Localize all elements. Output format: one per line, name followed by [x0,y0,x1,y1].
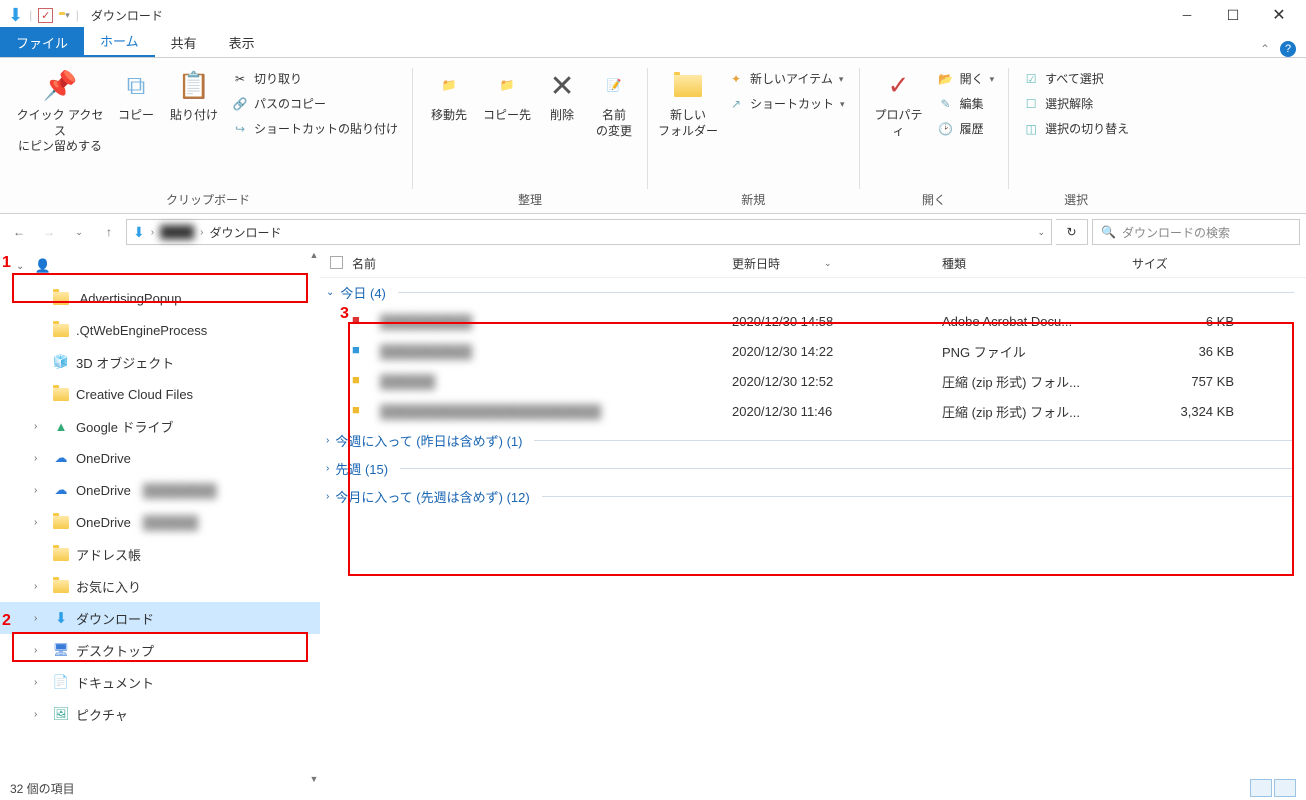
group-select-label: 選択 [1064,188,1088,213]
tree-item[interactable]: ›お気に入り [0,570,320,602]
file-row[interactable]: ■██████████2020/12/30 14:22PNG ファイル36 KB [320,336,1306,366]
rename-button[interactable]: 📝名前 の変更 [589,66,639,141]
col-name[interactable]: 名前 [352,255,732,272]
nav-back-button[interactable]: ← [6,219,32,245]
close-button[interactable]: ✕ [1256,0,1302,30]
addr-dl-icon: ⬇ [133,224,145,241]
tree-user[interactable]: ⌄👤 [0,250,320,282]
status-bar: 32 個の項目 [0,776,1306,800]
group-open-label: 開く [922,188,946,213]
newitem-button[interactable]: ✦新しいアイテム▾ [722,68,851,91]
pin-quickaccess-button[interactable]: 📌 クイック アクセス にピン留めする [12,66,108,157]
tree-item[interactable]: Creative Cloud Files [0,378,320,410]
file-row[interactable]: ■██████2020/12/30 12:52圧縮 (zip 形式) フォル..… [320,366,1306,396]
paste-button[interactable]: 📋 貼り付け [164,66,224,126]
ribbon-collapse-icon[interactable]: ⌃ [1260,42,1270,56]
qat-checkbox-icon[interactable]: ✓ [38,8,53,23]
group-today[interactable]: ⌄今日 (4) [320,278,1306,306]
qat-divider: | [29,8,32,22]
group-organize-label: 整理 [518,188,542,213]
tree-item[interactable]: ›🖼ピクチャ [0,698,320,730]
file-row[interactable]: ■████████████████████████2020/12/30 11:4… [320,396,1306,426]
col-date[interactable]: 更新日時⌄ [732,255,942,272]
breadcrumb-user[interactable]: ████ [160,225,194,239]
view-details-button[interactable] [1250,779,1272,797]
newfolder-button[interactable]: 新しい フォルダー [656,66,720,141]
column-headers: 名前 更新日時⌄ 種類 サイズ [320,250,1306,278]
edit-button[interactable]: ✎編集 [932,93,1001,116]
address-box[interactable]: ⬇ › ████ › ダウンロード ⌄ [126,219,1052,245]
qat-download-icon: ⬇ [8,5,23,26]
selectnone-button[interactable]: ☐選択解除 [1017,93,1135,116]
delete-button[interactable]: ✕削除 [537,66,587,126]
qat-dropdown-icon[interactable]: ▾ [65,10,70,21]
selectinvert-button[interactable]: ◫選択の切り替え [1017,118,1135,141]
pasteshortcut-button[interactable]: ↪ショートカットの貼り付け [226,118,404,141]
nav-scrollbar[interactable]: ▲ ▼ [308,250,320,790]
open-button[interactable]: 📂開く▾ [932,68,1001,91]
copy-button[interactable]: ⧉ コピー [110,66,162,126]
help-icon[interactable]: ? [1280,41,1296,57]
group-thisweek[interactable]: ›今週に入って (昨日は含めず) (1) [320,426,1306,454]
copypath-button[interactable]: 🔗パスのコピー [226,93,404,116]
tree-item[interactable]: .QtWebEngineProcess [0,314,320,346]
moveto-button[interactable]: 📁移動先 [421,66,477,126]
tree-item[interactable]: ›OneDrive██████ [0,506,320,538]
tree-item[interactable]: .AdvertisingPopup [0,282,320,314]
file-row[interactable]: ■██████████2020/12/30 14:58Adobe Acrobat… [320,306,1306,336]
tab-home[interactable]: ホーム [84,25,155,57]
window-title: ダウンロード [83,7,163,24]
ribbon-tabs: ファイル ホーム 共有 表示 ⌃ ? [0,30,1306,58]
properties-button[interactable]: ✓プロパティ [868,66,930,141]
group-clipboard-label: クリップボード [166,188,250,213]
tree-item[interactable]: 🧊3D オブジェクト [0,346,320,378]
shortcut-button[interactable]: ↗ショートカット▾ [722,93,851,116]
annotation-3: 3 [340,305,349,323]
group-new-label: 新規 [741,188,765,213]
minimize-button[interactable]: ─ [1164,0,1210,30]
view-icons-button[interactable] [1274,779,1296,797]
select-all-checkbox[interactable] [330,256,343,269]
group-lastweek[interactable]: ›先週 (15) [320,454,1306,482]
col-type[interactable]: 種類 [942,255,1132,272]
col-size[interactable]: サイズ [1132,255,1242,272]
tree-item[interactable]: アドレス帳 [0,538,320,570]
tree-downloads[interactable]: ›⬇ダウンロード [0,602,320,634]
maximize-button[interactable]: ☐ [1210,0,1256,30]
search-input[interactable]: 🔍 ダウンロードの検索 [1092,219,1300,245]
annotation-2: 2 [2,612,11,630]
nav-up-button[interactable]: ↑ [96,219,122,245]
tab-share[interactable]: 共有 [155,27,213,57]
tab-file[interactable]: ファイル [0,27,84,57]
file-list: 名前 更新日時⌄ 種類 サイズ ⌄今日 (4) ■██████████2020/… [320,250,1306,790]
refresh-button[interactable]: ↻ [1056,219,1088,245]
tree-item[interactable]: ›🖥デスクトップ [0,634,320,666]
tree-item[interactable]: ›☁OneDrive████████ [0,474,320,506]
nav-forward-button[interactable]: → [36,219,62,245]
title-bar: ⬇ | ✓ ▾ | ダウンロード ─ ☐ ✕ [0,0,1306,30]
address-bar: ← → ⌄ ↑ ⬇ › ████ › ダウンロード ⌄ ↻ 🔍 ダウンロードの検… [0,214,1306,250]
cut-button[interactable]: ✂切り取り [226,68,404,91]
selectall-button[interactable]: ☑すべて選択 [1017,68,1135,91]
search-icon: 🔍 [1101,225,1116,239]
copyto-button[interactable]: 📁コピー先 [479,66,535,126]
nav-recent-button[interactable]: ⌄ [66,219,92,245]
annotation-1: 1 [2,254,11,272]
nav-pane: ⌄👤 .AdvertisingPopup .QtWebEngineProcess… [0,250,320,790]
search-placeholder: ダウンロードの検索 [1122,224,1230,241]
tree-item[interactable]: ›📄ドキュメント [0,666,320,698]
history-button[interactable]: 🕑履歴 [932,118,1001,141]
status-text: 32 個の項目 [10,780,75,797]
addr-dropdown-icon[interactable]: ⌄ [1037,227,1045,238]
group-thismonth[interactable]: ›今月に入って (先週は含めず) (12) [320,482,1306,510]
ribbon: 📌 クイック アクセス にピン留めする ⧉ コピー 📋 貼り付け ✂切り取り 🔗… [0,58,1306,214]
tab-view[interactable]: 表示 [213,27,271,57]
breadcrumb-current[interactable]: ダウンロード [209,224,281,241]
tree-item[interactable]: ›☁OneDrive [0,442,320,474]
tree-item[interactable]: ›▲Google ドライブ [0,410,320,442]
